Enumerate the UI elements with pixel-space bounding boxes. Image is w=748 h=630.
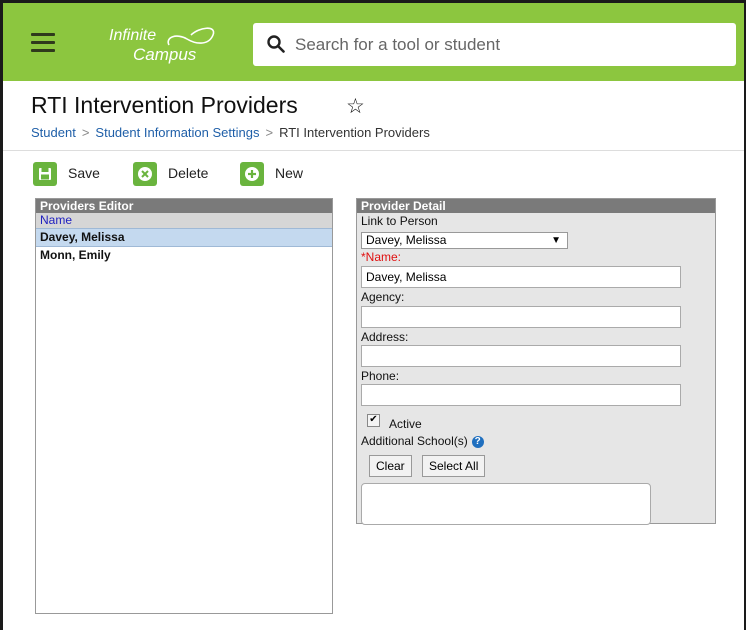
breadcrumb-student-information-settings[interactable]: Student Information Settings (95, 125, 259, 140)
infinite-campus-logo[interactable]: Infinite Campus (103, 23, 243, 69)
provider-detail-title: Provider Detail (357, 199, 715, 213)
save-icon (33, 162, 57, 186)
additional-schools-list[interactable] (361, 483, 651, 525)
breadcrumb-student[interactable]: Student (31, 125, 76, 140)
header-divider (3, 150, 744, 151)
providers-editor-panel: Providers Editor Name Davey, Melissa Mon… (35, 198, 333, 614)
additional-schools-label: Additional School(s) (361, 434, 468, 448)
breadcrumb-current: RTI Intervention Providers (279, 125, 430, 140)
providers-editor-title: Providers Editor (36, 199, 332, 213)
active-checkbox[interactable]: ✔ (367, 414, 380, 427)
link-to-person-value: Davey, Melissa (366, 233, 447, 247)
delete-icon (133, 162, 157, 186)
breadcrumb-separator: > (265, 125, 274, 140)
phone-field[interactable] (361, 384, 681, 406)
new-label: New (275, 165, 304, 181)
breadcrumb: Student > Student Information Settings > RTI… (31, 125, 430, 140)
hamburger-menu-icon[interactable] (25, 23, 61, 63)
phone-label: Phone: (361, 369, 400, 383)
add-icon (240, 162, 264, 186)
delete-label: Delete (168, 165, 209, 181)
breadcrumb-separator: > (81, 125, 90, 140)
select-all-button[interactable]: Select All (422, 455, 486, 477)
logo-text-campus: Campus (133, 45, 197, 64)
address-field[interactable] (361, 345, 681, 367)
dropdown-arrow-icon: ▼ (551, 235, 561, 246)
link-to-person-label: Link to Person (361, 214, 438, 228)
top-bar: Infinite Campus (3, 3, 744, 81)
link-to-person-select[interactable]: Davey, Melissa ▼ (361, 232, 568, 249)
clear-button[interactable]: Clear (369, 455, 412, 477)
additional-schools-label-row: Additional School(s)? (361, 434, 484, 448)
name-label: *Name: (361, 250, 402, 264)
name-field[interactable] (361, 266, 681, 288)
save-button[interactable]: Save (33, 160, 113, 188)
address-label: Address: (361, 330, 409, 344)
search-box[interactable] (253, 23, 736, 66)
save-label: Save (68, 165, 100, 181)
active-label: Active (389, 417, 422, 431)
list-item[interactable]: Davey, Melissa (36, 228, 332, 247)
agency-field[interactable] (361, 306, 681, 328)
provider-detail-panel: Provider Detail Link to Person Davey, Me… (356, 198, 716, 525)
search-icon (267, 35, 285, 53)
agency-label: Agency: (361, 290, 405, 304)
help-icon[interactable]: ? (471, 435, 484, 448)
favorite-star-icon[interactable]: ☆ (346, 94, 365, 119)
list-item[interactable]: Monn, Emily (36, 247, 332, 264)
delete-button[interactable]: Delete (133, 160, 223, 188)
new-button[interactable]: New (240, 160, 320, 188)
page-title: RTI Intervention Providers (31, 92, 298, 118)
logo-text-infinite: Infinite (109, 27, 157, 44)
name-column-header[interactable]: Name (36, 213, 332, 228)
search-input[interactable] (293, 29, 727, 61)
